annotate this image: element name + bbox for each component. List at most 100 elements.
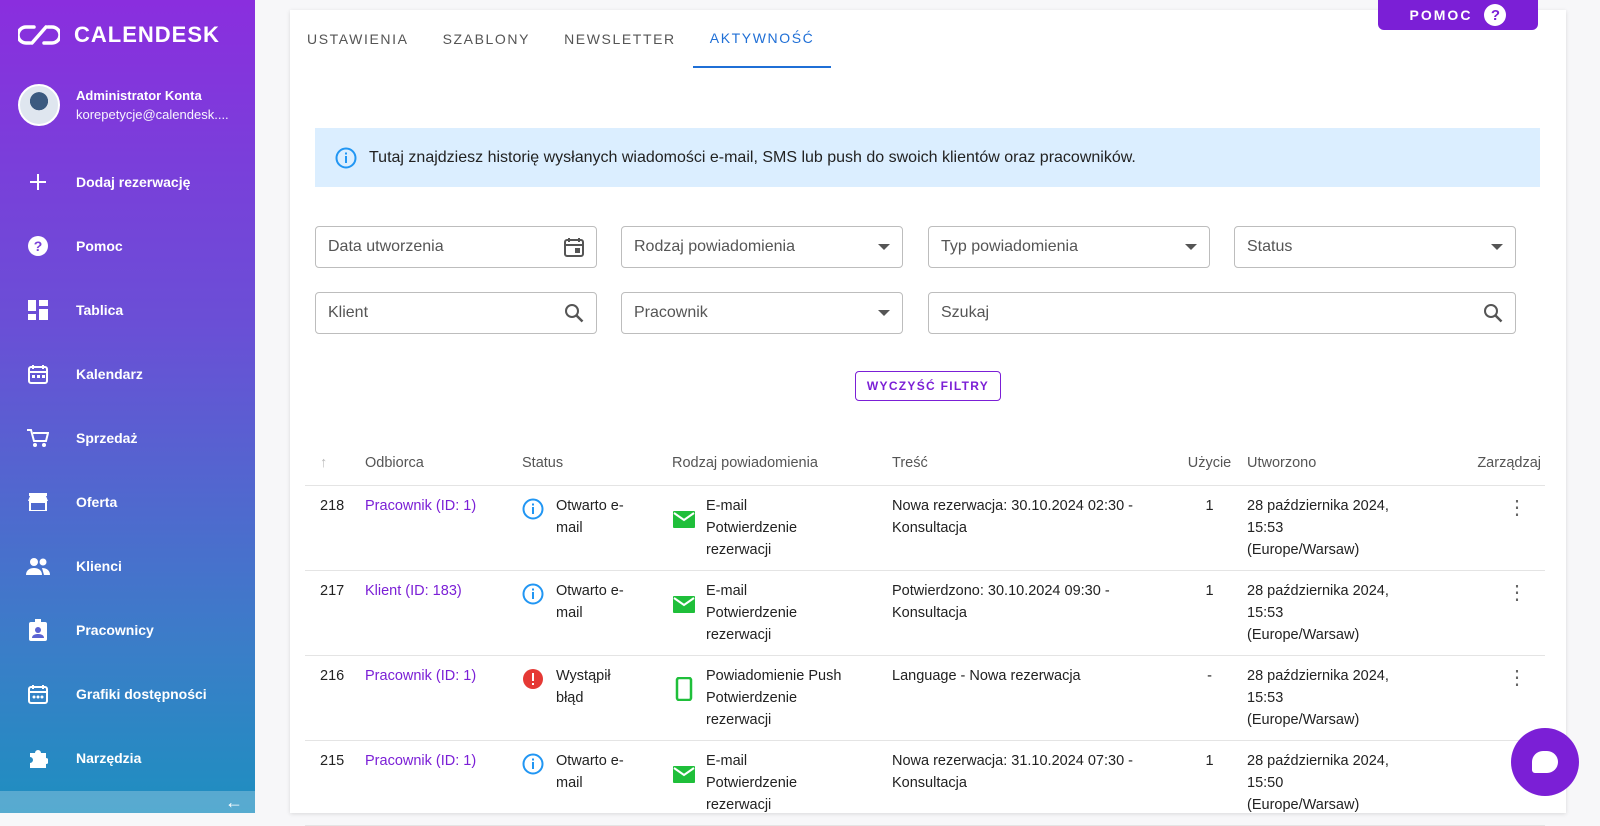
column-header-manage: Zarządzaj xyxy=(1417,441,1545,486)
more-vert-icon[interactable]: ⋮ xyxy=(1417,668,1545,688)
chat-button[interactable] xyxy=(1511,728,1579,796)
sidebar-item-employees[interactable]: Pracownicy xyxy=(0,598,255,662)
column-header-content[interactable]: Treść xyxy=(892,441,1172,486)
employee-select[interactable]: Pracownik xyxy=(621,292,903,334)
badge-icon xyxy=(26,618,50,642)
tab-settings[interactable]: USTAWIENIA xyxy=(290,10,426,68)
status-select[interactable]: Status xyxy=(1234,226,1516,268)
help-icon: ? xyxy=(26,234,50,258)
info-icon xyxy=(335,147,357,168)
status-text: Otwarto e-mail xyxy=(556,497,624,536)
sidebar-item-clients[interactable]: Klienci xyxy=(0,534,255,598)
sidebar-item-help[interactable]: ? Pomoc xyxy=(0,214,255,278)
tab-bar: USTAWIENIA SZABLONY NEWSLETTER AKTYWNOŚĆ xyxy=(290,10,832,68)
info-icon xyxy=(522,498,544,519)
column-header-status[interactable]: Status xyxy=(522,441,672,486)
user-email: korepetycje@calendesk.... xyxy=(76,107,229,122)
calendesk-logo-icon xyxy=(18,25,60,45)
sort-arrow-icon[interactable]: ↑ xyxy=(305,441,365,486)
notification-kind-label: Rodzaj powiadomienia xyxy=(634,238,795,255)
sidebar-item-label: Pomoc xyxy=(76,238,123,254)
sidebar-item-add-booking[interactable]: Dodaj rezerwację xyxy=(0,150,255,214)
client-search-field[interactable]: Klient xyxy=(315,292,597,334)
employee-label: Pracownik xyxy=(634,304,708,321)
kind-text: Powiadomienie Push xyxy=(706,667,842,684)
plus-icon xyxy=(26,170,50,194)
help-button[interactable]: POMOC? xyxy=(1378,0,1538,30)
created-value: 28 października 2024, 15:53 (Europe/Wars… xyxy=(1247,485,1417,571)
notification-type-select[interactable]: Typ powiadomienia xyxy=(928,226,1210,268)
more-vert-icon[interactable]: ⋮ xyxy=(1417,583,1545,603)
tab-templates[interactable]: SZABLONY xyxy=(426,10,548,68)
column-header-recipient[interactable]: Odbiorca xyxy=(365,441,522,486)
client-label: Klient xyxy=(328,304,369,321)
app-name: CALENDESK xyxy=(74,22,220,47)
content-text: Nowa rezerwacja: 31.10.2024 07:30 - Kons… xyxy=(892,740,1172,826)
column-header-usage[interactable]: Użycie xyxy=(1172,441,1247,486)
created-date-field[interactable]: Data utworzenia xyxy=(315,226,597,268)
tab-newsletter[interactable]: NEWSLETTER xyxy=(547,10,693,68)
sidebar-collapse-button[interactable]: ← xyxy=(0,791,255,813)
sidebar: CALENDESK Administrator Konta korepetycj… xyxy=(0,0,255,813)
chevron-down-icon xyxy=(1491,244,1503,250)
sidebar-item-label: Dodaj rezerwację xyxy=(76,174,191,190)
logo[interactable]: CALENDESK xyxy=(18,22,220,48)
kind-text: E-mail xyxy=(706,752,748,769)
sidebar-item-dashboard[interactable]: Tablica xyxy=(0,278,255,342)
sidebar-item-sales[interactable]: Sprzedaż xyxy=(0,406,255,470)
content-text: Language - Nowa rezerwacja xyxy=(892,655,1172,741)
created-value: 28 października 2024, 15:50 (Europe/Wars… xyxy=(1247,740,1417,826)
created-date-label: Data utworzenia xyxy=(328,238,444,255)
sidebar-item-label: Oferta xyxy=(76,494,118,510)
recipient-link[interactable]: Pracownik (ID: 1) xyxy=(365,668,476,684)
kind-subtext: Potwierdzenie rezerwacji xyxy=(706,519,798,558)
recipient-link[interactable]: Pracownik (ID: 1) xyxy=(365,753,476,769)
content-text: Potwierdzono: 30.10.2024 09:30 - Konsult… xyxy=(892,570,1172,656)
sidebar-item-offer[interactable]: Oferta xyxy=(0,470,255,534)
user-profile[interactable]: Administrator Konta korepetycje@calendes… xyxy=(18,84,229,126)
sidebar-item-label: Narzędzia xyxy=(76,750,142,766)
search-icon xyxy=(565,304,584,323)
column-header-created[interactable]: Utworzono xyxy=(1247,441,1417,486)
calendar-icon xyxy=(26,362,50,386)
sidebar-item-label: Klienci xyxy=(76,558,122,574)
main-card: USTAWIENIA SZABLONY NEWSLETTER AKTYWNOŚĆ… xyxy=(290,10,1566,826)
column-header-kind[interactable]: Rodzaj powiadomienia xyxy=(672,441,892,486)
store-icon xyxy=(26,490,50,514)
tab-activity[interactable]: AKTYWNOŚĆ xyxy=(692,10,832,68)
created-value: 28 października 2024, 15:53 (Europe/Wars… xyxy=(1247,570,1417,656)
status-text: Otwarto e-mail xyxy=(556,752,624,791)
mail-icon xyxy=(673,595,695,613)
recipient-link[interactable]: Pracownik (ID: 1) xyxy=(365,498,476,514)
clear-filters-button[interactable]: WYCZYŚĆ FILTRY xyxy=(855,371,1001,401)
svg-text:?: ? xyxy=(34,238,43,254)
info-banner: Tutaj znajdziesz historię wysłanych wiad… xyxy=(315,128,1540,187)
avatar xyxy=(18,84,60,126)
sidebar-item-label: Pracownicy xyxy=(76,622,154,638)
search-input[interactable]: Szukaj xyxy=(928,292,1516,334)
sidebar-item-calendar[interactable]: Kalendarz xyxy=(0,342,255,406)
error-icon xyxy=(523,668,543,689)
search-icon xyxy=(1484,304,1503,323)
help-button-label: POMOC xyxy=(1409,7,1473,23)
notification-kind-select[interactable]: Rodzaj powiadomienia xyxy=(621,226,903,268)
info-text: Tutaj znajdziesz historię wysłanych wiad… xyxy=(369,148,1136,166)
sidebar-item-label: Sprzedaż xyxy=(76,430,138,446)
content-text: Nowa rezerwacja: 30.10.2024 02:30 - Kons… xyxy=(892,485,1172,571)
info-icon xyxy=(522,753,544,774)
sidebar-item-availability[interactable]: Grafiki dostępności xyxy=(0,662,255,726)
recipient-link[interactable]: Klient (ID: 183) xyxy=(365,583,462,599)
more-vert-icon[interactable]: ⋮ xyxy=(1417,498,1545,518)
people-icon xyxy=(26,554,50,578)
table-row: 217 Klient (ID: 183) Otwarto e-mail E-ma… xyxy=(305,570,1545,656)
kind-text: E-mail xyxy=(706,582,748,599)
user-name: Administrator Konta xyxy=(76,88,202,103)
sidebar-item-tools[interactable]: Narzędzia xyxy=(0,726,255,790)
kind-subtext: Potwierdzenie rezerwacji xyxy=(706,604,798,643)
search-label: Szukaj xyxy=(941,304,990,321)
dashboard-icon xyxy=(26,298,50,322)
table-row: 216 Pracownik (ID: 1) Wystąpił błąd Powi… xyxy=(305,655,1545,741)
chevron-down-icon xyxy=(878,310,890,316)
arrow-left-icon: ← xyxy=(225,791,243,812)
calendar-icon[interactable] xyxy=(564,237,584,257)
